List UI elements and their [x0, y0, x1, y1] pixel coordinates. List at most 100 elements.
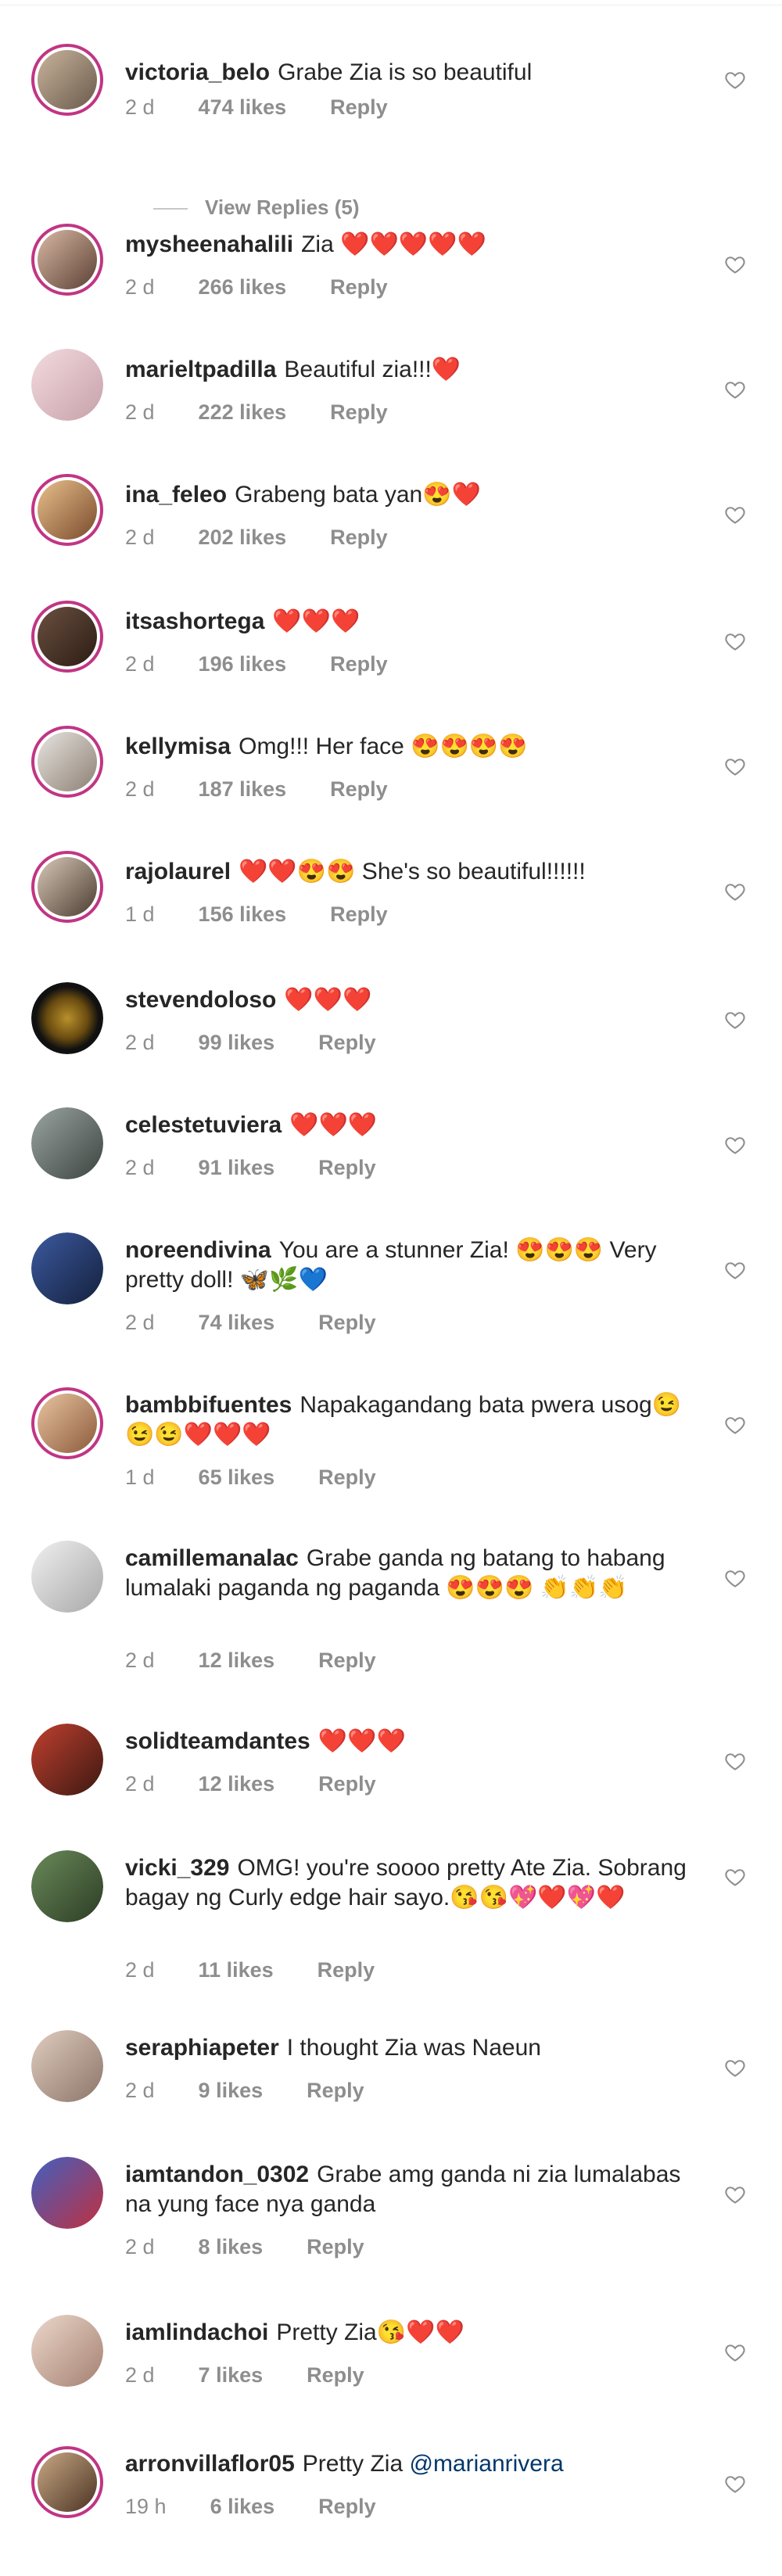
like-heart-icon[interactable]: [724, 379, 746, 400]
reply-button[interactable]: Reply: [318, 1156, 376, 1179]
comment-username[interactable]: iamtandon_0302: [125, 2162, 309, 2187]
like-heart-icon[interactable]: [724, 881, 746, 902]
avatar[interactable]: [31, 1541, 103, 1613]
like-heart-icon[interactable]: [724, 1414, 746, 1436]
comment-likes[interactable]: 202 likes: [199, 526, 287, 549]
view-replies-link[interactable]: View Replies (5): [153, 196, 360, 220]
reply-button[interactable]: Reply: [307, 2363, 364, 2387]
avatar[interactable]: [31, 2157, 103, 2229]
avatar[interactable]: [31, 44, 103, 116]
avatar[interactable]: [31, 982, 103, 1054]
like-heart-icon[interactable]: [724, 253, 746, 275]
comment-likes[interactable]: 6 likes: [210, 2495, 275, 2518]
avatar[interactable]: [31, 2030, 103, 2102]
comment-username[interactable]: camillemanalac: [125, 1545, 299, 1571]
like-heart-icon[interactable]: [724, 2183, 746, 2205]
reply-button[interactable]: Reply: [317, 1958, 375, 1982]
like-heart-icon[interactable]: [724, 1009, 746, 1031]
comment-username[interactable]: iamlindachoi: [125, 2319, 268, 2345]
avatar[interactable]: [31, 1724, 103, 1796]
comment-likes[interactable]: 11 likes: [199, 1958, 274, 1982]
comment-username[interactable]: celestetuviera: [125, 1112, 282, 1138]
comment-username[interactable]: solidteamdantes: [125, 1728, 310, 1754]
reply-button[interactable]: Reply: [330, 526, 388, 549]
reply-button[interactable]: Reply: [307, 2079, 364, 2102]
like-heart-icon[interactable]: [724, 1567, 746, 1589]
comment-username[interactable]: noreendivina: [125, 1237, 271, 1263]
comment-username[interactable]: vicki_329: [125, 1855, 229, 1881]
comment-username[interactable]: seraphiapeter: [125, 2035, 279, 2061]
comment-likes[interactable]: 12 likes: [199, 1649, 275, 1672]
reply-button[interactable]: Reply: [318, 1466, 376, 1489]
comment-likes[interactable]: 196 likes: [199, 652, 287, 676]
reply-button[interactable]: Reply: [318, 2495, 376, 2518]
reply-button[interactable]: Reply: [318, 1772, 376, 1796]
avatar[interactable]: [31, 474, 103, 546]
like-heart-icon[interactable]: [724, 1134, 746, 1156]
avatar[interactable]: [31, 2446, 103, 2518]
comment-username[interactable]: victoria_belo: [125, 59, 270, 85]
avatar[interactable]: [31, 349, 103, 421]
avatar[interactable]: [31, 2315, 103, 2387]
comment-username[interactable]: stevendoloso: [125, 987, 276, 1013]
avatar[interactable]: [31, 601, 103, 673]
reply-button[interactable]: Reply: [330, 777, 388, 801]
comment-likes[interactable]: 222 likes: [199, 400, 287, 424]
reply-button[interactable]: Reply: [318, 1311, 376, 1334]
reply-button[interactable]: Reply: [318, 1649, 376, 1672]
comment-username[interactable]: kellymisa: [125, 734, 231, 759]
reply-button[interactable]: Reply: [330, 652, 388, 676]
comment-body: Grabe Zia is so beautiful: [278, 59, 533, 85]
like-heart-icon[interactable]: [724, 69, 746, 91]
like-heart-icon[interactable]: [724, 1866, 746, 1888]
comment-time: 2 d: [125, 2363, 155, 2387]
comment-text: itsashortega ❤️❤️❤️: [125, 607, 688, 637]
avatar[interactable]: [31, 224, 103, 296]
reply-button[interactable]: Reply: [307, 2235, 364, 2258]
like-heart-icon[interactable]: [724, 1259, 746, 1281]
comment-body: ❤️❤️😍😍 She's so beautiful!!!!!!: [239, 859, 586, 884]
comment-likes[interactable]: 156 likes: [199, 902, 287, 926]
like-heart-icon[interactable]: [724, 2341, 746, 2363]
comment-username[interactable]: marieltpadilla: [125, 357, 276, 382]
comment-likes[interactable]: 187 likes: [199, 777, 287, 801]
comment-likes[interactable]: 65 likes: [199, 1466, 275, 1489]
comment-username[interactable]: mysheenahalili: [125, 231, 293, 257]
comment-likes[interactable]: 7 likes: [199, 2363, 264, 2387]
like-heart-icon[interactable]: [724, 755, 746, 777]
like-heart-icon[interactable]: [724, 630, 746, 652]
comment-body: I thought Zia was Naeun: [286, 2035, 541, 2061]
comment-meta: 2 d 12 likes Reply: [125, 1772, 420, 1796]
avatar[interactable]: [31, 1850, 103, 1922]
comment-likes[interactable]: 8 likes: [199, 2235, 264, 2258]
comment-likes[interactable]: 99 likes: [199, 1031, 275, 1054]
avatar[interactable]: [31, 726, 103, 798]
reply-button[interactable]: Reply: [330, 400, 388, 424]
comment-username[interactable]: itsashortega: [125, 608, 264, 634]
avatar[interactable]: [31, 851, 103, 923]
avatar[interactable]: [31, 1107, 103, 1179]
avatar[interactable]: [31, 1387, 103, 1459]
comment-username[interactable]: ina_feleo: [125, 482, 227, 508]
comment-likes[interactable]: 74 likes: [199, 1311, 275, 1334]
like-heart-icon[interactable]: [724, 504, 746, 526]
comment-username[interactable]: bambbifuentes: [125, 1392, 292, 1418]
reply-button[interactable]: Reply: [330, 902, 388, 926]
reply-button[interactable]: Reply: [330, 95, 388, 119]
comment-text: celestetuviera ❤️❤️❤️: [125, 1110, 688, 1140]
avatar[interactable]: [31, 1232, 103, 1304]
comment-likes[interactable]: 474 likes: [199, 95, 287, 119]
mention-link[interactable]: @marianrivera: [409, 2451, 563, 2477]
comment-username[interactable]: arronvillaflor05: [125, 2451, 295, 2477]
comment-likes[interactable]: 266 likes: [199, 275, 287, 299]
like-heart-icon[interactable]: [724, 2057, 746, 2079]
like-heart-icon[interactable]: [724, 1750, 746, 1772]
comment-likes[interactable]: 91 likes: [199, 1156, 275, 1179]
reply-button[interactable]: Reply: [318, 1031, 376, 1054]
comment-likes[interactable]: 12 likes: [199, 1772, 275, 1796]
reply-button[interactable]: Reply: [330, 275, 388, 299]
like-heart-icon[interactable]: [724, 2473, 746, 2495]
comment-username[interactable]: rajolaurel: [125, 859, 231, 884]
comment-meta: 2 d 74 likes Reply: [125, 1311, 420, 1335]
comment-likes[interactable]: 9 likes: [199, 2079, 264, 2102]
